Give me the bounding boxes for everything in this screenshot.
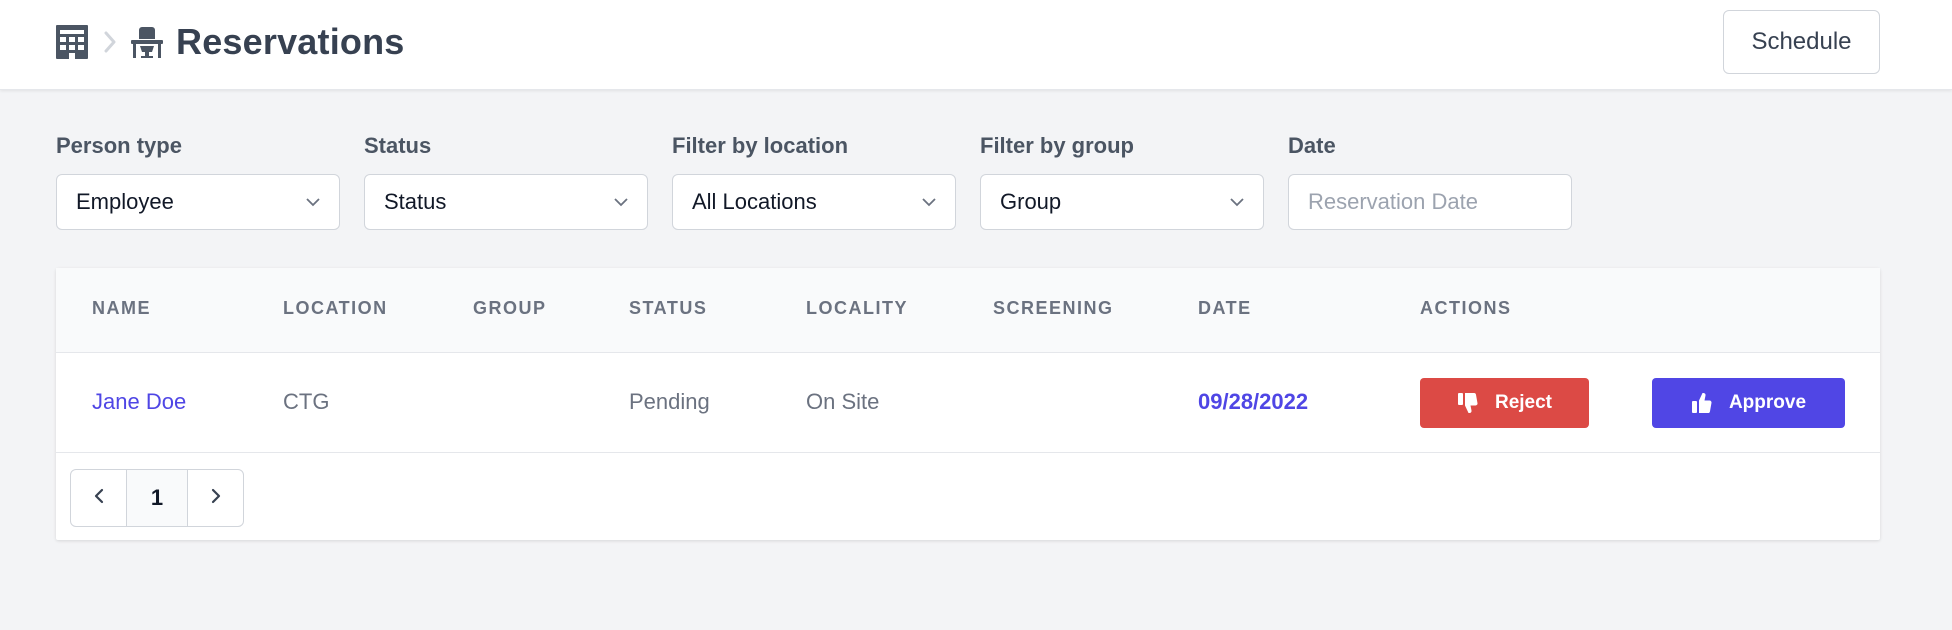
group-select[interactable]: Group — [980, 174, 1264, 230]
row-locality: On Site — [806, 389, 880, 414]
chevron-down-icon — [614, 197, 628, 207]
chevron-right-icon — [211, 488, 221, 509]
chevron-down-icon — [306, 197, 320, 207]
desk-icon — [130, 25, 164, 59]
column-header-actions: ACTIONS — [1420, 298, 1512, 318]
reject-label: Reject — [1494, 392, 1553, 413]
column-header-name: NAME — [92, 298, 151, 318]
column-header-location: LOCATION — [283, 298, 388, 318]
status-select[interactable]: Status — [364, 174, 648, 230]
filter-label: Filter by location — [672, 133, 849, 158]
filter-location: Filter by location All Locations — [672, 132, 956, 230]
row-date-link[interactable]: 09/28/2022 — [1198, 389, 1308, 415]
column-header-screening: SCREENING — [993, 298, 1114, 318]
reject-button[interactable]: Reject — [1420, 378, 1589, 428]
row-status: Pending — [629, 389, 710, 414]
row-name-link[interactable]: Jane Doe — [92, 389, 186, 415]
filter-label: Date — [1288, 133, 1336, 158]
schedule-button[interactable]: Schedule — [1723, 10, 1880, 74]
filter-label: Status — [364, 133, 432, 158]
approve-label: Approve — [1728, 392, 1807, 413]
filter-status: Status Status — [364, 132, 648, 230]
reservations-table: NAME LOCATION GROUP STATUS LOCALITY SCRE… — [56, 268, 1880, 540]
chevron-left-icon — [94, 488, 104, 509]
person-type-select[interactable]: Employee — [56, 174, 340, 230]
chevron-right-icon — [104, 31, 116, 53]
column-header-date: DATE — [1198, 298, 1252, 318]
filter-label: Filter by group — [980, 133, 1134, 158]
date-input[interactable]: Reservation Date — [1288, 174, 1572, 230]
approve-button[interactable]: Approve — [1652, 378, 1845, 428]
select-value: Employee — [76, 189, 174, 214]
date-placeholder: Reservation Date — [1308, 189, 1478, 214]
column-header-locality: LOCALITY — [806, 298, 908, 318]
select-value: Group — [1000, 189, 1062, 214]
thumbs-up-icon — [1691, 391, 1715, 415]
thumbs-down-icon — [1457, 391, 1481, 415]
filter-person-type: Person type Employee — [56, 132, 340, 230]
column-header-group: GROUP — [473, 298, 547, 318]
filter-label: Person type — [56, 133, 182, 158]
chevron-down-icon — [922, 197, 936, 207]
breadcrumb: Reservations — [56, 18, 405, 66]
pagination-next-button[interactable] — [188, 470, 243, 526]
row-location: CTG — [283, 389, 330, 414]
table-row: Jane Doe CTG Pending On Site 09/28/2022 … — [56, 353, 1880, 453]
select-value: All Locations — [692, 189, 817, 214]
filter-bar: Person type Employee Status Status Filte… — [56, 132, 1572, 230]
chevron-down-icon — [1230, 197, 1244, 207]
building-icon[interactable] — [56, 25, 88, 59]
table-header: NAME LOCATION GROUP STATUS LOCALITY SCRE… — [56, 268, 1880, 353]
top-header: Reservations Schedule — [0, 0, 1952, 90]
page-title: Reservations — [176, 21, 405, 62]
pagination-prev-button[interactable] — [71, 470, 127, 526]
column-header-status: STATUS — [629, 298, 708, 318]
pagination-page-1[interactable]: 1 — [127, 470, 188, 526]
filter-date: Date Reservation Date — [1288, 132, 1572, 230]
select-value: Status — [384, 189, 447, 214]
filter-group: Filter by group Group — [980, 132, 1264, 230]
location-select[interactable]: All Locations — [672, 174, 956, 230]
pagination: 1 — [70, 469, 244, 527]
